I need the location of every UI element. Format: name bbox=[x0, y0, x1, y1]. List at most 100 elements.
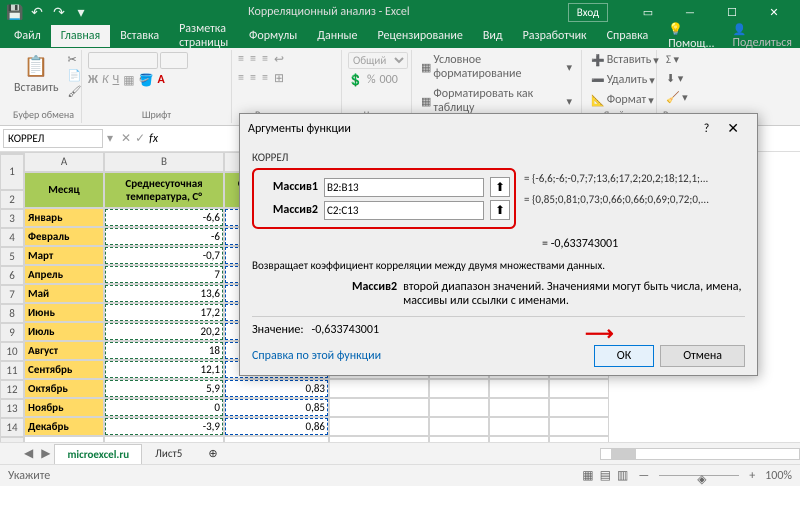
tell-me[interactable]: 💡 Помощ... bbox=[658, 18, 724, 55]
cell[interactable]: -6 bbox=[104, 227, 224, 246]
cell[interactable] bbox=[329, 379, 429, 398]
cell[interactable] bbox=[429, 436, 489, 442]
paste-button[interactable]: 📋Вставить bbox=[12, 52, 61, 97]
sheet-tab[interactable]: Лист5 bbox=[142, 443, 195, 464]
tab-developer[interactable]: Разработчик bbox=[513, 25, 597, 47]
tab-review[interactable]: Рецензирование bbox=[368, 25, 473, 47]
row-header[interactable]: 2 bbox=[0, 190, 24, 209]
cell[interactable] bbox=[489, 379, 549, 398]
wrap-icon[interactable]: ↩ bbox=[274, 52, 284, 67]
number-format-select[interactable]: Общий bbox=[348, 52, 408, 69]
arg2-range-button[interactable]: ⬆ bbox=[490, 200, 510, 220]
cell[interactable] bbox=[329, 398, 429, 417]
cell[interactable]: Июль bbox=[24, 322, 104, 341]
italic-icon[interactable]: К bbox=[102, 73, 109, 88]
col-header[interactable]: B bbox=[104, 152, 224, 172]
tab-data[interactable]: Данные bbox=[307, 25, 367, 47]
zoom-slider-thumb[interactable]: ◈ bbox=[697, 472, 706, 487]
cell[interactable]: Сентябрь bbox=[24, 360, 104, 379]
dialog-help-button[interactable]: ? bbox=[696, 120, 718, 138]
row-header[interactable]: 7 bbox=[0, 285, 24, 304]
dialog-close-button[interactable]: ✕ bbox=[717, 118, 749, 139]
undo-icon[interactable]: ↶ bbox=[28, 3, 46, 21]
cell[interactable]: -6,6 bbox=[104, 208, 224, 227]
cell[interactable] bbox=[329, 436, 429, 442]
align-bot-icon[interactable]: ≡ bbox=[262, 52, 268, 67]
cell[interactable] bbox=[24, 436, 104, 442]
bold-icon[interactable]: Ж bbox=[88, 73, 98, 88]
tab-insert[interactable]: Вставка bbox=[110, 25, 169, 47]
cell[interactable]: 5,9 bbox=[104, 379, 224, 398]
cell[interactable]: 0,85 bbox=[224, 398, 329, 417]
row-header[interactable]: 11 bbox=[0, 361, 24, 380]
cell[interactable]: Январь bbox=[24, 208, 104, 227]
align-cen-icon[interactable]: ≡ bbox=[250, 71, 256, 86]
tab-file[interactable]: Файл bbox=[4, 25, 51, 47]
cell[interactable]: 7 bbox=[104, 265, 224, 284]
underline-icon[interactable]: Ч bbox=[113, 73, 120, 88]
tab-nav-next[interactable]: ▶ bbox=[37, 444, 54, 463]
insert-button[interactable]: ➕ Вставить ▾ bbox=[588, 52, 662, 68]
row-header[interactable]: 9 bbox=[0, 323, 24, 342]
arg1-input[interactable] bbox=[324, 178, 484, 197]
view-normal-icon[interactable]: ▦ bbox=[582, 468, 593, 483]
sum-icon[interactable]: Σ ▾ bbox=[663, 52, 682, 67]
row-header[interactable]: 6 bbox=[0, 266, 24, 285]
row-header[interactable]: 10 bbox=[0, 342, 24, 361]
table-format-button[interactable]: ▦ Форматировать как таблицу ▾ bbox=[418, 86, 575, 116]
cell[interactable]: Октябрь bbox=[24, 379, 104, 398]
cell[interactable]: 18 bbox=[104, 341, 224, 360]
row-header[interactable]: 5 bbox=[0, 247, 24, 266]
border-icon[interactable]: ▦ bbox=[123, 73, 134, 88]
cell[interactable] bbox=[429, 398, 489, 417]
currency-icon[interactable]: 💲 bbox=[348, 73, 363, 88]
row-header[interactable]: 12 bbox=[0, 380, 24, 399]
row-header[interactable]: 3 bbox=[0, 209, 24, 228]
namebox-dropdown-icon[interactable]: ▾ bbox=[103, 129, 117, 148]
align-right-icon[interactable]: ≡ bbox=[262, 71, 268, 86]
cell[interactable] bbox=[549, 379, 609, 398]
cell[interactable] bbox=[429, 417, 489, 436]
fx-icon[interactable]: fx bbox=[149, 132, 158, 146]
cancel-button[interactable]: Отмена bbox=[660, 345, 745, 367]
arg2-input[interactable] bbox=[324, 201, 484, 220]
cell[interactable]: 12,1 bbox=[104, 360, 224, 379]
cell[interactable]: Среднесуточная температура, C° bbox=[104, 172, 224, 208]
enter-formula-icon[interactable]: ✓ bbox=[135, 131, 145, 146]
cell[interactable]: Апрель bbox=[24, 265, 104, 284]
name-box[interactable] bbox=[3, 129, 103, 148]
arg1-range-button[interactable]: ⬆ bbox=[490, 177, 510, 197]
row-header[interactable]: 14 bbox=[0, 418, 24, 437]
save-icon[interactable]: 💾 bbox=[6, 3, 24, 21]
comma-icon[interactable]: 000 bbox=[380, 73, 398, 88]
cell[interactable] bbox=[104, 436, 224, 442]
cell[interactable]: 13,6 bbox=[104, 284, 224, 303]
cell[interactable]: 0 bbox=[104, 398, 224, 417]
zoom-level[interactable]: 100% bbox=[765, 469, 792, 483]
cell[interactable] bbox=[489, 417, 549, 436]
view-pagebreak-icon[interactable]: ▥ bbox=[617, 468, 628, 483]
hscroll-thumb[interactable] bbox=[611, 449, 636, 459]
help-link[interactable]: Справка по этой функции bbox=[252, 349, 381, 363]
font-name[interactable] bbox=[88, 52, 158, 69]
sheet-tab[interactable]: microexcel.ru bbox=[54, 444, 142, 464]
cell[interactable] bbox=[224, 436, 329, 442]
format-button[interactable]: 📐 Формат ▾ bbox=[588, 92, 657, 108]
cell[interactable]: 0,86 bbox=[224, 417, 329, 436]
cell[interactable] bbox=[549, 436, 609, 442]
cell[interactable] bbox=[329, 417, 429, 436]
fill-icon[interactable]: 🪣 bbox=[139, 73, 154, 88]
cell[interactable]: Август bbox=[24, 341, 104, 360]
cell[interactable]: Ноябрь bbox=[24, 398, 104, 417]
font-size[interactable] bbox=[160, 52, 188, 69]
tab-home[interactable]: Главная bbox=[51, 25, 110, 47]
cond-format-button[interactable]: ▦ Условное форматирование ▾ bbox=[418, 52, 575, 82]
row-header[interactable]: 4 bbox=[0, 228, 24, 247]
clear-icon[interactable]: 🧹 ▾ bbox=[663, 90, 691, 105]
view-layout-icon[interactable]: ▤ bbox=[600, 468, 611, 483]
cell[interactable] bbox=[489, 398, 549, 417]
tab-pagelayout[interactable]: Разметка страницы bbox=[169, 18, 239, 54]
cell[interactable]: Февраль bbox=[24, 227, 104, 246]
cell[interactable]: Июнь bbox=[24, 303, 104, 322]
share-button[interactable]: 👤 Поделиться bbox=[725, 19, 800, 54]
